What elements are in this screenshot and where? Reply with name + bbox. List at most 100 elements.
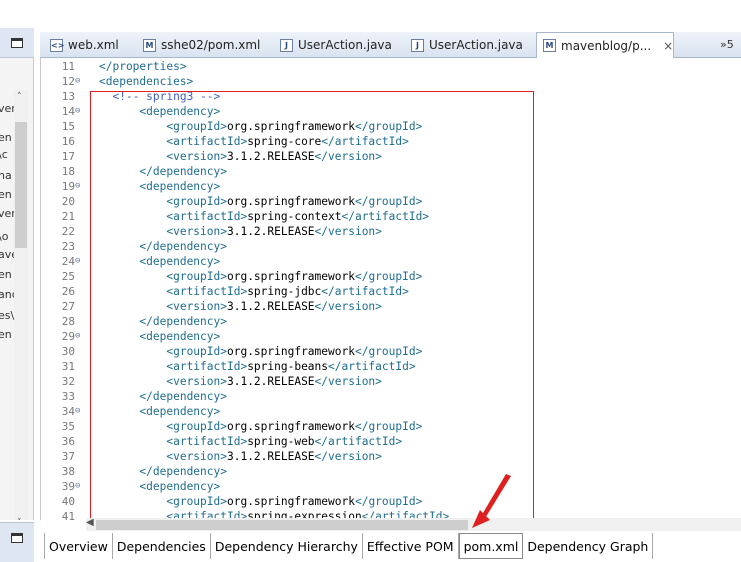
maven-pom-icon: M bbox=[543, 39, 556, 52]
xml-tag: </dependency> bbox=[139, 240, 227, 253]
left-view-panel: veren\cnaenver\oaveenances\en ˄ ˅ bbox=[0, 28, 34, 520]
code-text: <dependency> bbox=[99, 479, 220, 494]
java-file-icon: J bbox=[280, 38, 293, 52]
xml-tag: </artifactId> bbox=[328, 360, 416, 373]
left-view-header bbox=[0, 28, 34, 58]
editor-tab[interactable]: Msshe02/pom.xml bbox=[137, 32, 260, 58]
editor-tab[interactable]: Mmavenblog/p... × bbox=[536, 32, 675, 59]
left-view-text-fragment: en bbox=[0, 268, 12, 281]
editor-tab-label: UserAction.java bbox=[298, 38, 392, 52]
code-line: 34 ⊖ <dependency> bbox=[41, 404, 741, 419]
page-tab-overview[interactable]: Overview bbox=[44, 533, 113, 559]
line-number: 36 bbox=[61, 435, 75, 448]
horizontal-scrollbar[interactable]: ◀ bbox=[86, 517, 741, 531]
code-text: <groupId>org.springframework</groupId> bbox=[99, 119, 422, 134]
line-number: 34 bbox=[61, 405, 75, 418]
left-view-text-fragment: \c bbox=[0, 148, 8, 161]
fold-collapse-icon[interactable]: ⊖ bbox=[75, 179, 80, 194]
tab-overflow-button[interactable]: »5 bbox=[720, 38, 734, 51]
line-number: 21 bbox=[61, 210, 75, 223]
xml-text: spring-beans bbox=[247, 360, 329, 373]
code-text: <artifactId>spring-beans</artifactId> bbox=[99, 359, 416, 374]
page-tab-effective-pom[interactable]: Effective POM bbox=[362, 533, 459, 559]
code-line: 40 <groupId>org.springframework</groupId… bbox=[41, 494, 741, 509]
xml-tag: </dependency> bbox=[139, 315, 227, 328]
code-text: <dependency> bbox=[99, 404, 220, 419]
xml-text: org.springframework bbox=[226, 120, 355, 133]
xml-tag: </groupId> bbox=[354, 345, 423, 358]
fold-collapse-icon[interactable]: ⊖ bbox=[75, 404, 80, 419]
code-line: 30 <groupId>org.springframework</groupId… bbox=[41, 344, 741, 359]
line-number: 16 bbox=[61, 135, 75, 148]
line-number: 23 bbox=[61, 240, 75, 253]
code-line: 26 <artifactId>spring-jdbc</artifactId> bbox=[41, 284, 741, 299]
xml-text: 3.1.2.RELEASE bbox=[226, 225, 315, 238]
xml-tag: </groupId> bbox=[354, 120, 423, 133]
line-number: 33 bbox=[61, 390, 75, 403]
xml-tag: <version> bbox=[166, 150, 227, 163]
line-number: 26 bbox=[61, 285, 75, 298]
close-icon[interactable]: × bbox=[663, 39, 673, 53]
xml-text: org.springframework bbox=[226, 420, 355, 433]
page-tab-dependencies[interactable]: Dependencies bbox=[112, 533, 211, 559]
xml-tag: <artifactId> bbox=[166, 285, 248, 298]
xml-tag: <groupId> bbox=[166, 495, 227, 508]
code-text: <groupId>org.springframework</groupId> bbox=[99, 269, 422, 284]
scroll-down-icon[interactable]: ˅ bbox=[17, 518, 22, 520]
editor-tab[interactable]: <> web.xml bbox=[44, 32, 119, 58]
code-text: <dependency> bbox=[99, 254, 220, 269]
xml-tag: <dependency> bbox=[139, 255, 221, 268]
editor-tab[interactable]: J UserAction.java bbox=[274, 32, 392, 58]
line-number: 24 bbox=[61, 255, 75, 268]
xml-tag: <version> bbox=[166, 225, 227, 238]
line-number: 19 bbox=[61, 180, 75, 193]
scrollbar-thumb[interactable] bbox=[96, 520, 468, 530]
xml-tag: </dependency> bbox=[139, 465, 227, 478]
scrollbar-thumb[interactable] bbox=[15, 122, 27, 248]
code-text: <artifactId>spring-core</artifactId> bbox=[99, 134, 408, 149]
code-line: 29 ⊖ <dependency> bbox=[41, 329, 741, 344]
code-text: <artifactId>spring-context</artifactId> bbox=[99, 209, 429, 224]
xml-tag: <dependencies> bbox=[99, 75, 194, 88]
xml-source-editor[interactable]: 11 </properties> 12 ⊖ <dependencies> 13 <!-- … bbox=[40, 58, 741, 520]
xml-tag: <dependency> bbox=[139, 330, 221, 343]
code-line: 12 ⊖ <dependencies> bbox=[41, 74, 741, 89]
code-line: 19 ⊖ <dependency> bbox=[41, 179, 741, 194]
code-line: 22 <version>3.1.2.RELEASE</version> bbox=[41, 224, 741, 239]
line-number: 25 bbox=[61, 270, 75, 283]
fold-collapse-icon[interactable]: ⊖ bbox=[75, 104, 80, 119]
minimize-icon[interactable] bbox=[11, 533, 23, 543]
code-text: </properties> bbox=[99, 59, 187, 74]
editor-tab[interactable]: J UserAction.java bbox=[405, 32, 523, 58]
code-line: 37 <version>3.1.2.RELEASE</version> bbox=[41, 449, 741, 464]
code-line: 23 </dependency> bbox=[41, 239, 741, 254]
page-tab-dependency-hierarchy[interactable]: Dependency Hierarchy bbox=[210, 533, 363, 559]
fold-collapse-icon[interactable]: ⊖ bbox=[75, 329, 80, 344]
code-line: 33 </dependency> bbox=[41, 389, 741, 404]
fold-collapse-icon[interactable]: ⊖ bbox=[75, 479, 80, 494]
left-view-text-fragment: en bbox=[0, 328, 12, 341]
scroll-left-icon[interactable]: ◀ bbox=[86, 517, 94, 528]
line-number: 30 bbox=[61, 345, 75, 358]
xml-tag: </dependency> bbox=[139, 390, 227, 403]
xml-text: spring-web bbox=[247, 435, 315, 448]
xml-tag: </groupId> bbox=[354, 195, 423, 208]
code-text: <!-- spring3 --> bbox=[99, 89, 220, 104]
xml-tag: <artifactId> bbox=[166, 210, 248, 223]
xml-tag: </properties> bbox=[99, 60, 187, 73]
fold-collapse-icon[interactable]: ⊖ bbox=[75, 254, 80, 269]
left-bottom-view-header bbox=[0, 522, 34, 562]
xml-tag: </artifactId> bbox=[314, 435, 403, 448]
code-line: 32 <version>3.1.2.RELEASE</version> bbox=[41, 374, 741, 389]
code-text: <groupId>org.springframework</groupId> bbox=[99, 194, 422, 209]
page-tab-pom-xml[interactable]: pom.xml bbox=[458, 533, 524, 559]
fold-collapse-icon[interactable]: ⊖ bbox=[75, 74, 80, 89]
xml-tag: <version> bbox=[166, 450, 227, 463]
minimize-icon[interactable] bbox=[11, 38, 23, 48]
code-text: <artifactId>spring-web</artifactId> bbox=[99, 434, 402, 449]
xml-tag: <artifactId> bbox=[166, 435, 248, 448]
scroll-up-icon[interactable]: ˄ bbox=[17, 92, 22, 102]
page-tab-dependency-graph[interactable]: Dependency Graph bbox=[523, 533, 654, 559]
left-vertical-scrollbar[interactable]: ˄ ˅ bbox=[14, 90, 28, 520]
xml-tag: <groupId> bbox=[166, 270, 227, 283]
